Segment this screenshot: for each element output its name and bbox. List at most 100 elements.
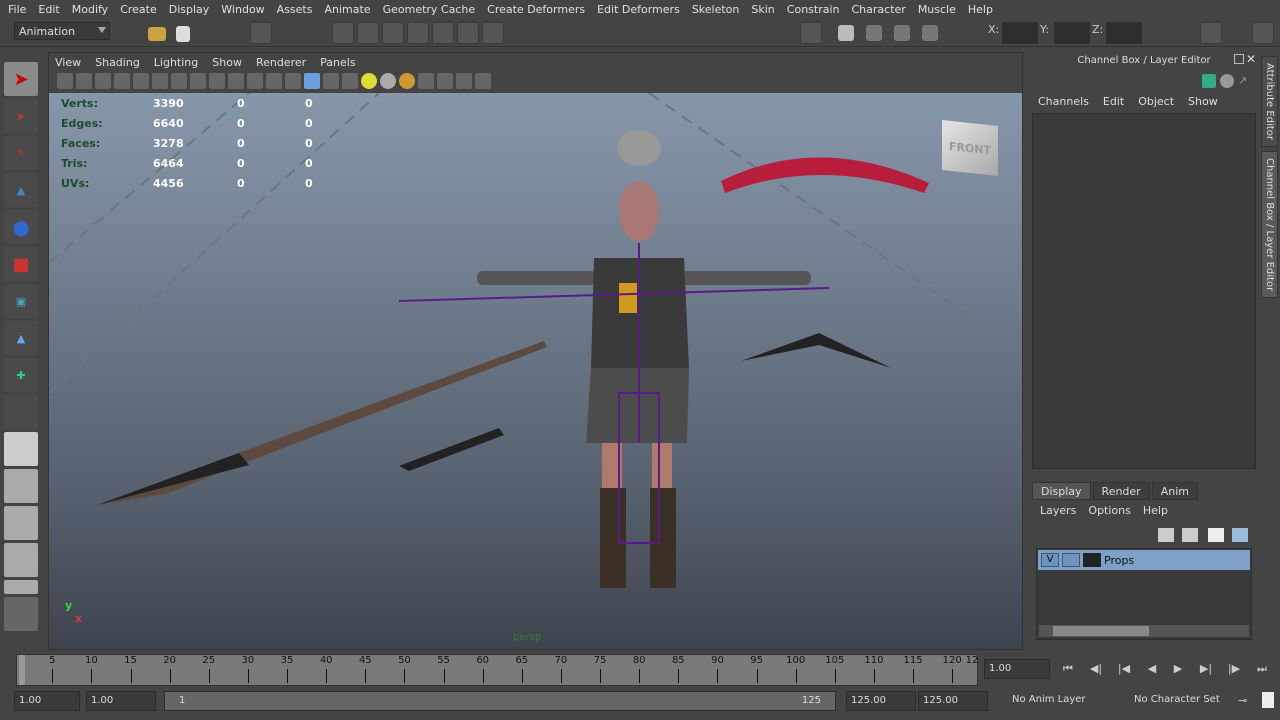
save-icon[interactable] bbox=[176, 26, 190, 42]
lasso-tool[interactable]: ➤ bbox=[4, 99, 38, 133]
history-icon[interactable] bbox=[800, 22, 822, 44]
ipr-render-icon[interactable] bbox=[866, 25, 882, 41]
auto-key-icon[interactable]: ⊸ bbox=[1238, 694, 1247, 707]
layer-color-swatch[interactable] bbox=[1083, 553, 1101, 567]
menu-file[interactable]: File bbox=[8, 3, 26, 16]
channel-menu-object[interactable]: Object bbox=[1138, 95, 1174, 108]
playback-start-field[interactable]: 1.00 bbox=[86, 691, 156, 711]
field-chart-icon[interactable] bbox=[228, 73, 244, 89]
menu-create[interactable]: Create bbox=[120, 3, 157, 16]
xray-joints-icon[interactable] bbox=[456, 73, 472, 89]
perspective-view[interactable]: Verts: 3390 0 0 Edges: 6640 0 0 Faces: 3278 0 0 Tris… bbox=[49, 93, 1022, 649]
menu-geometry-cache[interactable]: Geometry Cache bbox=[383, 3, 476, 16]
tab-display[interactable]: Display bbox=[1032, 482, 1091, 500]
viewport-menu-lighting[interactable]: Lighting bbox=[154, 56, 198, 69]
universal-manipulator-tool[interactable]: ▣ bbox=[4, 284, 38, 318]
layer-type-toggle[interactable] bbox=[1062, 553, 1080, 567]
anim-layer-dropdown[interactable]: No Anim Layer bbox=[1008, 691, 1108, 711]
step-back-frame-icon[interactable]: ◀| bbox=[1088, 662, 1104, 678]
grid-icon[interactable] bbox=[152, 73, 168, 89]
viewport-menu-view[interactable]: View bbox=[55, 56, 81, 69]
tool-settings-icon[interactable] bbox=[1226, 22, 1248, 44]
render-settings-icon[interactable] bbox=[894, 25, 910, 41]
move-tool[interactable]: ▲ bbox=[4, 173, 38, 207]
move-layer-down-icon[interactable] bbox=[1182, 528, 1198, 542]
resolution-gate-icon[interactable] bbox=[190, 73, 206, 89]
close-icon[interactable]: ✕ bbox=[1246, 52, 1256, 66]
menu-window[interactable]: Window bbox=[221, 3, 264, 16]
safe-action-icon[interactable] bbox=[247, 73, 263, 89]
menu-skin[interactable]: Skin bbox=[751, 3, 774, 16]
layer-visibility-toggle[interactable]: V bbox=[1041, 553, 1059, 567]
viewport-menu-panels[interactable]: Panels bbox=[320, 56, 355, 69]
menu-skeleton[interactable]: Skeleton bbox=[692, 3, 740, 16]
wireframe-on-shaded-icon[interactable] bbox=[323, 73, 339, 89]
rotate-tool[interactable]: ● bbox=[4, 210, 38, 244]
channel-box-toggle-icon[interactable] bbox=[1252, 22, 1274, 44]
xray-icon[interactable] bbox=[437, 73, 453, 89]
shadows-icon[interactable] bbox=[399, 73, 415, 89]
safe-title-icon[interactable] bbox=[266, 73, 282, 89]
menu-set-dropdown[interactable]: Animation bbox=[14, 22, 110, 40]
y-field[interactable] bbox=[1054, 22, 1090, 44]
hypershade-icon[interactable] bbox=[922, 25, 938, 41]
channel-menu-channels[interactable]: Channels bbox=[1038, 95, 1089, 108]
menu-edit[interactable]: Edit bbox=[38, 3, 59, 16]
attribute-editor-toggle-icon[interactable] bbox=[1200, 22, 1222, 44]
wireframe-icon[interactable] bbox=[285, 73, 301, 89]
new-scene-icon[interactable] bbox=[124, 22, 146, 44]
speed-icon[interactable] bbox=[1220, 74, 1234, 88]
layout-four-icon[interactable] bbox=[4, 469, 38, 503]
snap-grid-icon[interactable] bbox=[332, 22, 354, 44]
preferences-icon[interactable] bbox=[1262, 692, 1274, 708]
range-slider[interactable]: 1 125 bbox=[164, 691, 836, 711]
menu-display[interactable]: Display bbox=[169, 3, 210, 16]
snap-curve-icon[interactable] bbox=[357, 22, 379, 44]
isolate-select-icon[interactable] bbox=[418, 73, 434, 89]
end-time-field[interactable]: 125.00 bbox=[918, 691, 988, 711]
z-field[interactable] bbox=[1106, 22, 1142, 44]
channel-menu-edit[interactable]: Edit bbox=[1103, 95, 1124, 108]
film-gate-icon[interactable] bbox=[171, 73, 187, 89]
menu-create-deformers[interactable]: Create Deformers bbox=[487, 3, 585, 16]
pivot-icon[interactable] bbox=[133, 73, 149, 89]
textured-icon[interactable] bbox=[342, 73, 358, 89]
render-frame-icon[interactable] bbox=[838, 25, 854, 41]
layout-outliner-icon[interactable] bbox=[4, 580, 38, 594]
menu-edit-deformers[interactable]: Edit Deformers bbox=[597, 3, 680, 16]
menu-assets[interactable]: Assets bbox=[277, 3, 313, 16]
new-layer-from-selected-icon[interactable] bbox=[1232, 528, 1248, 542]
menu-character[interactable]: Character bbox=[852, 3, 906, 16]
play-forwards-icon[interactable]: ▶ bbox=[1170, 662, 1186, 678]
horizontal-scrollbar[interactable] bbox=[1039, 625, 1249, 637]
viewport-menu-show[interactable]: Show bbox=[212, 56, 242, 69]
layer-menu-layers[interactable]: Layers bbox=[1040, 504, 1076, 517]
tab-anim[interactable]: Anim bbox=[1151, 482, 1198, 500]
last-tool[interactable] bbox=[4, 395, 38, 429]
viewport-menu-shading[interactable]: Shading bbox=[95, 56, 140, 69]
bookmark-icon[interactable] bbox=[95, 73, 111, 89]
step-back-key-icon[interactable]: |◀ bbox=[1116, 662, 1132, 678]
select-hierarchy-icon[interactable] bbox=[250, 22, 272, 44]
camera-attributes-icon[interactable] bbox=[76, 73, 92, 89]
menu-animate[interactable]: Animate bbox=[324, 3, 370, 16]
layer-name[interactable]: Props bbox=[1104, 554, 1134, 567]
paint-select-tool[interactable]: ✎ bbox=[4, 136, 38, 170]
snap-plane-icon[interactable] bbox=[407, 22, 429, 44]
scale-tool[interactable]: ■ bbox=[4, 247, 38, 281]
playback-end-field[interactable]: 125.00 bbox=[846, 691, 916, 711]
step-forward-key-icon[interactable]: ▶| bbox=[1198, 662, 1214, 678]
character-set-dropdown[interactable]: No Character Set bbox=[1130, 691, 1232, 711]
channel-list[interactable] bbox=[1032, 113, 1256, 469]
channel-menu-show[interactable]: Show bbox=[1188, 95, 1218, 108]
layer-row[interactable]: V Props bbox=[1038, 550, 1250, 570]
menu-help[interactable]: Help bbox=[968, 3, 993, 16]
layout-two-icon[interactable] bbox=[4, 506, 38, 540]
start-time-field[interactable]: 1.00 bbox=[14, 691, 80, 711]
all-lights-icon[interactable] bbox=[380, 73, 396, 89]
move-layer-up-icon[interactable] bbox=[1158, 528, 1174, 542]
menu-modify[interactable]: Modify bbox=[72, 3, 108, 16]
scrollbar-thumb[interactable] bbox=[1053, 626, 1149, 636]
viewport-menu-renderer[interactable]: Renderer bbox=[256, 56, 306, 69]
current-time-marker[interactable] bbox=[19, 655, 25, 685]
